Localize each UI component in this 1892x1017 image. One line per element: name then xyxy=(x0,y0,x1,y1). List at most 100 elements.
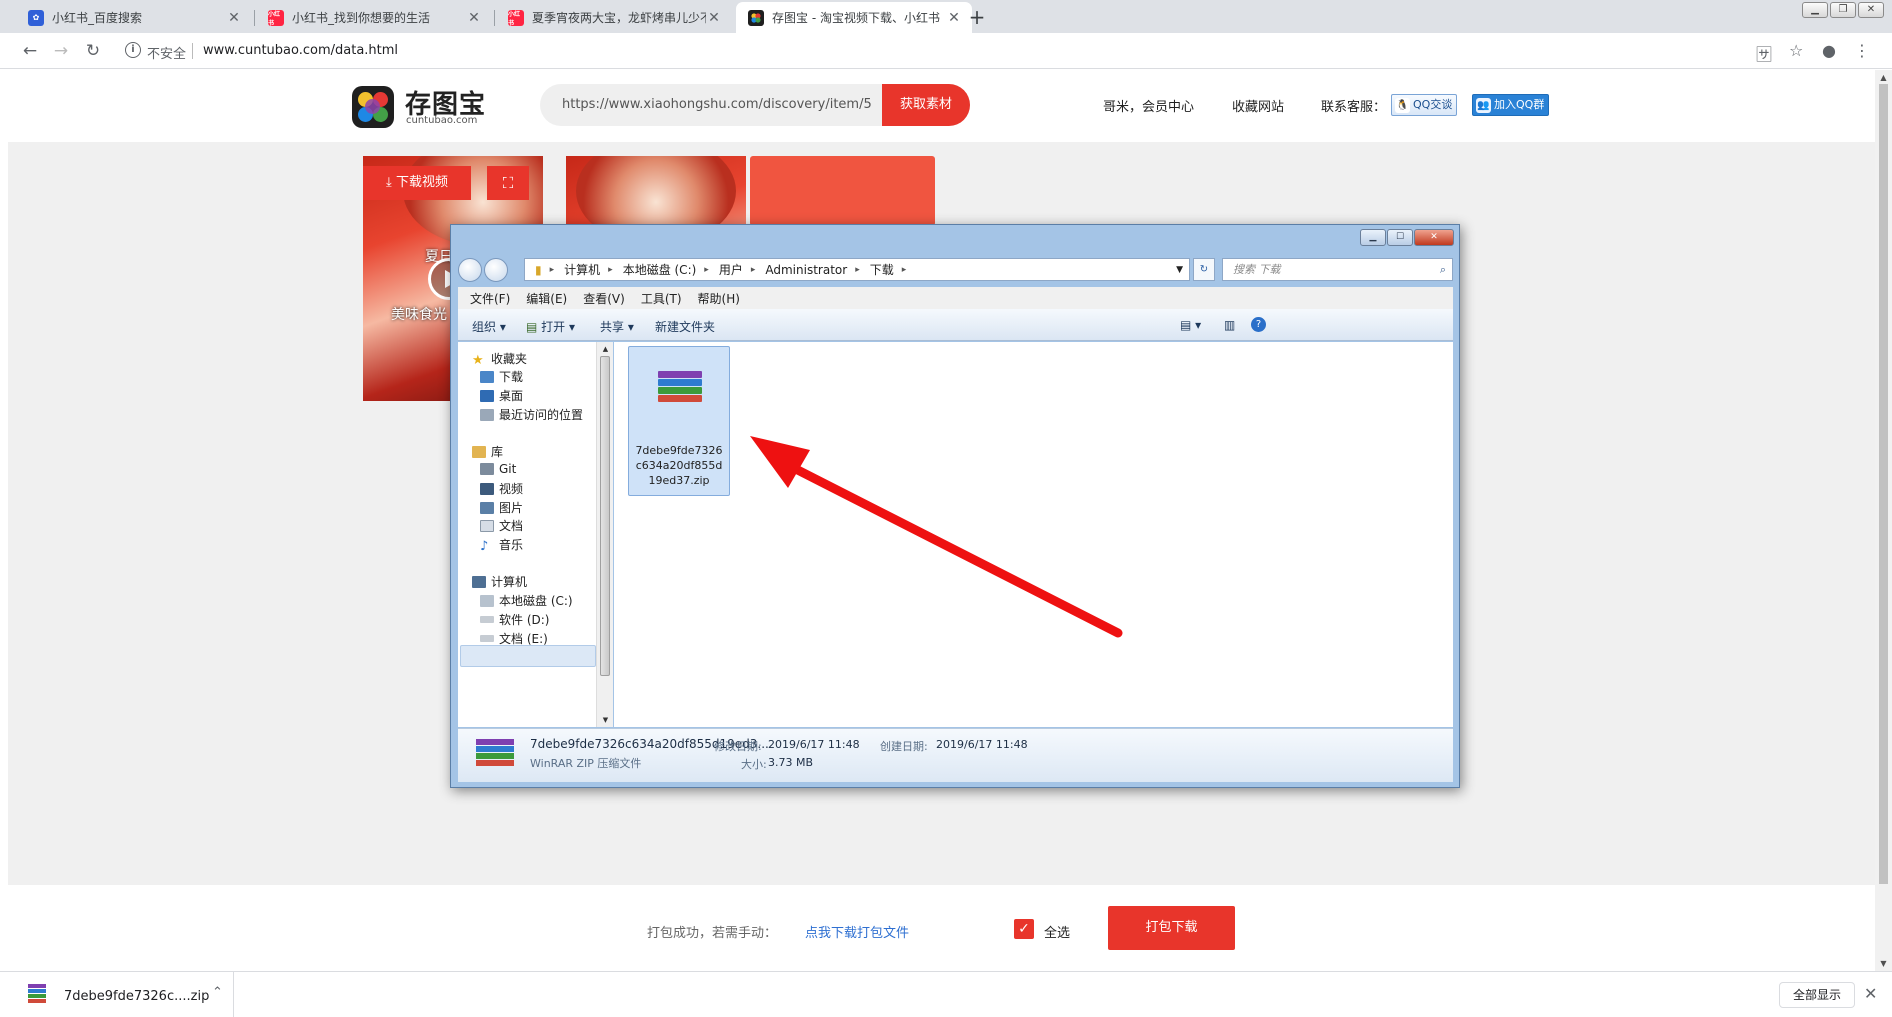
tab-xiaohongshu-note[interactable]: 小红书 夏季宵夜两大宝，龙虾烤串儿少不了 ✕ xyxy=(496,2,732,33)
close-window-icon[interactable]: ✕ xyxy=(1858,2,1884,18)
nav-item-drive-d[interactable]: 软件 (D:) xyxy=(480,611,549,628)
back-icon[interactable]: ← xyxy=(19,40,41,62)
open-button[interactable]: ▤ 打开 ▾ xyxy=(526,318,575,335)
explorer-search-input[interactable]: 搜索 下载 ⌕ xyxy=(1222,258,1453,281)
close-icon[interactable]: ✕ xyxy=(1414,229,1454,246)
forward-icon[interactable] xyxy=(484,258,508,282)
qq-group-button[interactable]: 👥 加入QQ群 xyxy=(1472,94,1550,116)
recent-places-icon xyxy=(480,408,494,421)
tab-xiaohongshu[interactable]: 小红书 小红书_找到你想要的生活 ✕ xyxy=(256,2,492,33)
file-name: 7debe9fde7326c634a20df855d19ed37.zip xyxy=(635,444,723,487)
nav-item-downloads[interactable]: 下载 xyxy=(480,368,523,385)
nav-item-documents[interactable]: 文档 xyxy=(480,517,523,534)
menu-tools[interactable]: 工具(T) xyxy=(641,290,682,307)
modified-label: 修改日期: xyxy=(714,740,762,753)
scrollbar-thumb[interactable] xyxy=(600,356,610,676)
nav-item-music[interactable]: ♪ 音乐 xyxy=(480,536,524,554)
account-icon[interactable]: ● xyxy=(1822,41,1836,60)
tab-baidu[interactable]: ✿ 小红书_百度搜索 ✕ xyxy=(16,2,252,33)
restore-icon[interactable]: ❐ xyxy=(1830,2,1856,18)
new-folder-button[interactable]: 新建文件夹 xyxy=(655,318,715,335)
preview-pane-icon[interactable]: ▥ xyxy=(1224,318,1235,332)
nav-item-drive-c[interactable]: 本地磁盘 (C:) xyxy=(480,592,573,609)
chevron-up-icon[interactable]: ⌃ xyxy=(212,985,223,1000)
back-icon[interactable] xyxy=(458,258,482,282)
help-icon[interactable]: ? xyxy=(1251,317,1266,332)
tab-close-icon[interactable]: ✕ xyxy=(946,10,962,26)
tab-close-icon[interactable]: ✕ xyxy=(466,10,482,26)
forward-icon[interactable]: → xyxy=(50,40,72,62)
member-center-link[interactable]: 哥米，会员中心 xyxy=(1103,96,1194,115)
translate-icon[interactable]: 🈂 xyxy=(1756,41,1772,65)
scroll-down-icon[interactable]: ▼ xyxy=(597,716,614,724)
nav-computer[interactable]: 计算机 xyxy=(472,573,527,590)
minimize-icon[interactable]: ▁ xyxy=(1360,229,1386,246)
desktop-icon xyxy=(480,389,494,402)
select-all-label[interactable]: 全选 xyxy=(1044,922,1070,941)
scroll-down-icon[interactable]: ▼ xyxy=(1875,959,1892,968)
nav-item-desktop[interactable]: 桌面 xyxy=(480,387,523,404)
fullscreen-icon[interactable]: ⛶ xyxy=(487,166,529,200)
tab-cuntubao[interactable]: 存图宝 - 淘宝视频下载、小红书 ✕ xyxy=(736,2,972,33)
minimize-icon[interactable]: ▁ xyxy=(1802,2,1828,18)
nav-item-git[interactable]: Git xyxy=(480,462,516,476)
close-icon[interactable]: ✕ xyxy=(1864,984,1877,1003)
menu-help[interactable]: 帮助(H) xyxy=(698,290,740,307)
menu-file[interactable]: 文件(F) xyxy=(470,290,510,307)
organize-button[interactable]: 组织 ▾ xyxy=(472,318,506,335)
refresh-icon[interactable]: ↻ xyxy=(1193,258,1215,281)
download-video-button[interactable]: ⤓ 下载视频 xyxy=(363,166,471,200)
nav-item-drive-e[interactable]: 文档 (E:) xyxy=(480,630,548,647)
tab-divider xyxy=(494,10,495,26)
nav-libraries[interactable]: 库 xyxy=(472,443,503,460)
share-button[interactable]: 共享 ▾ xyxy=(600,318,634,335)
created-label: 创建日期: xyxy=(880,740,928,753)
cuntubao-logo-icon[interactable] xyxy=(352,86,394,128)
breadcrumb-item[interactable]: Administrator xyxy=(765,263,847,277)
breadcrumb-item[interactable]: 用户 xyxy=(719,261,743,278)
search-icon[interactable]: ⌕ xyxy=(1440,259,1446,280)
maximize-icon[interactable]: ☐ xyxy=(1387,229,1413,246)
insecure-label[interactable]: 不安全 xyxy=(147,43,186,62)
baidu-paw-icon: ✿ xyxy=(28,9,44,26)
nav-item-pictures[interactable]: 图片 xyxy=(480,499,523,516)
scrollbar-thumb[interactable] xyxy=(1879,84,1888,884)
red-cover-card[interactable] xyxy=(750,156,935,226)
bookmark-site-link[interactable]: 收藏网站 xyxy=(1232,96,1284,115)
pack-download-button[interactable]: 打包下载 xyxy=(1108,906,1235,950)
breadcrumb-item[interactable]: 下载 xyxy=(870,261,894,278)
breadcrumb-item[interactable]: 计算机 xyxy=(564,261,600,278)
address-bar[interactable]: www.cuntubao.com/data.html xyxy=(203,43,398,58)
tab-close-icon[interactable]: ✕ xyxy=(226,10,242,26)
nav-item-videos[interactable]: 视频 xyxy=(480,480,523,497)
navigation-pane: ★ 收藏夹 下载 桌面 最近访问的位置 库 Git 视频 图片 文档 ♪ 音乐 计算… xyxy=(458,342,596,727)
bookmark-star-icon[interactable]: ☆ xyxy=(1789,41,1803,60)
show-all-downloads-button[interactable]: 全部显示 xyxy=(1779,982,1855,1008)
menu-kebab-icon[interactable]: ⋮ xyxy=(1854,41,1870,60)
navigation-pane-scrollbar[interactable]: ▲ ▼ xyxy=(596,342,613,727)
view-options-icon[interactable]: ▤ ▾ xyxy=(1180,318,1201,332)
tab-close-icon[interactable]: ✕ xyxy=(706,10,722,26)
qq-chat-button[interactable]: 🐧 QQ交谈 xyxy=(1391,94,1458,116)
info-icon[interactable]: i xyxy=(125,42,141,58)
download-item[interactable]: 7debe9fde7326c....zip ⌃ xyxy=(8,972,234,1017)
select-all-checkbox[interactable]: ✓ xyxy=(1014,919,1034,939)
reload-icon[interactable]: ↻ xyxy=(82,40,104,62)
menu-view[interactable]: 查看(V) xyxy=(583,290,625,307)
material-url-input[interactable]: https://www.xiaohongshu.com/discovery/it… xyxy=(562,97,872,112)
scroll-up-icon[interactable]: ▲ xyxy=(597,345,614,353)
zip-file-item[interactable]: 7debe9fde7326c634a20df855d19ed37.zip xyxy=(628,346,730,496)
page-scrollbar[interactable]: ▲ ▼ xyxy=(1875,70,1892,971)
fetch-material-button[interactable]: 获取素材 xyxy=(882,84,970,126)
scroll-up-icon[interactable]: ▲ xyxy=(1875,73,1892,82)
breadcrumb-item[interactable]: 本地磁盘 (C:) xyxy=(623,261,697,278)
manual-download-link[interactable]: 点我下载打包文件 xyxy=(805,922,909,941)
breadcrumb[interactable]: ▮ ▸ 计算机 ▸ 本地磁盘 (C:) ▸ 用户 ▸ Administrator… xyxy=(524,258,1190,281)
nav-label: 视频 xyxy=(499,482,524,496)
nav-label: 音乐 xyxy=(499,538,524,552)
new-tab-button[interactable]: + xyxy=(965,5,989,29)
chevron-down-icon[interactable]: ▼ xyxy=(1176,265,1183,275)
nav-item-recent[interactable]: 最近访问的位置 xyxy=(480,406,583,423)
menu-edit[interactable]: 编辑(E) xyxy=(526,290,567,307)
nav-favorites[interactable]: ★ 收藏夹 xyxy=(472,350,527,368)
